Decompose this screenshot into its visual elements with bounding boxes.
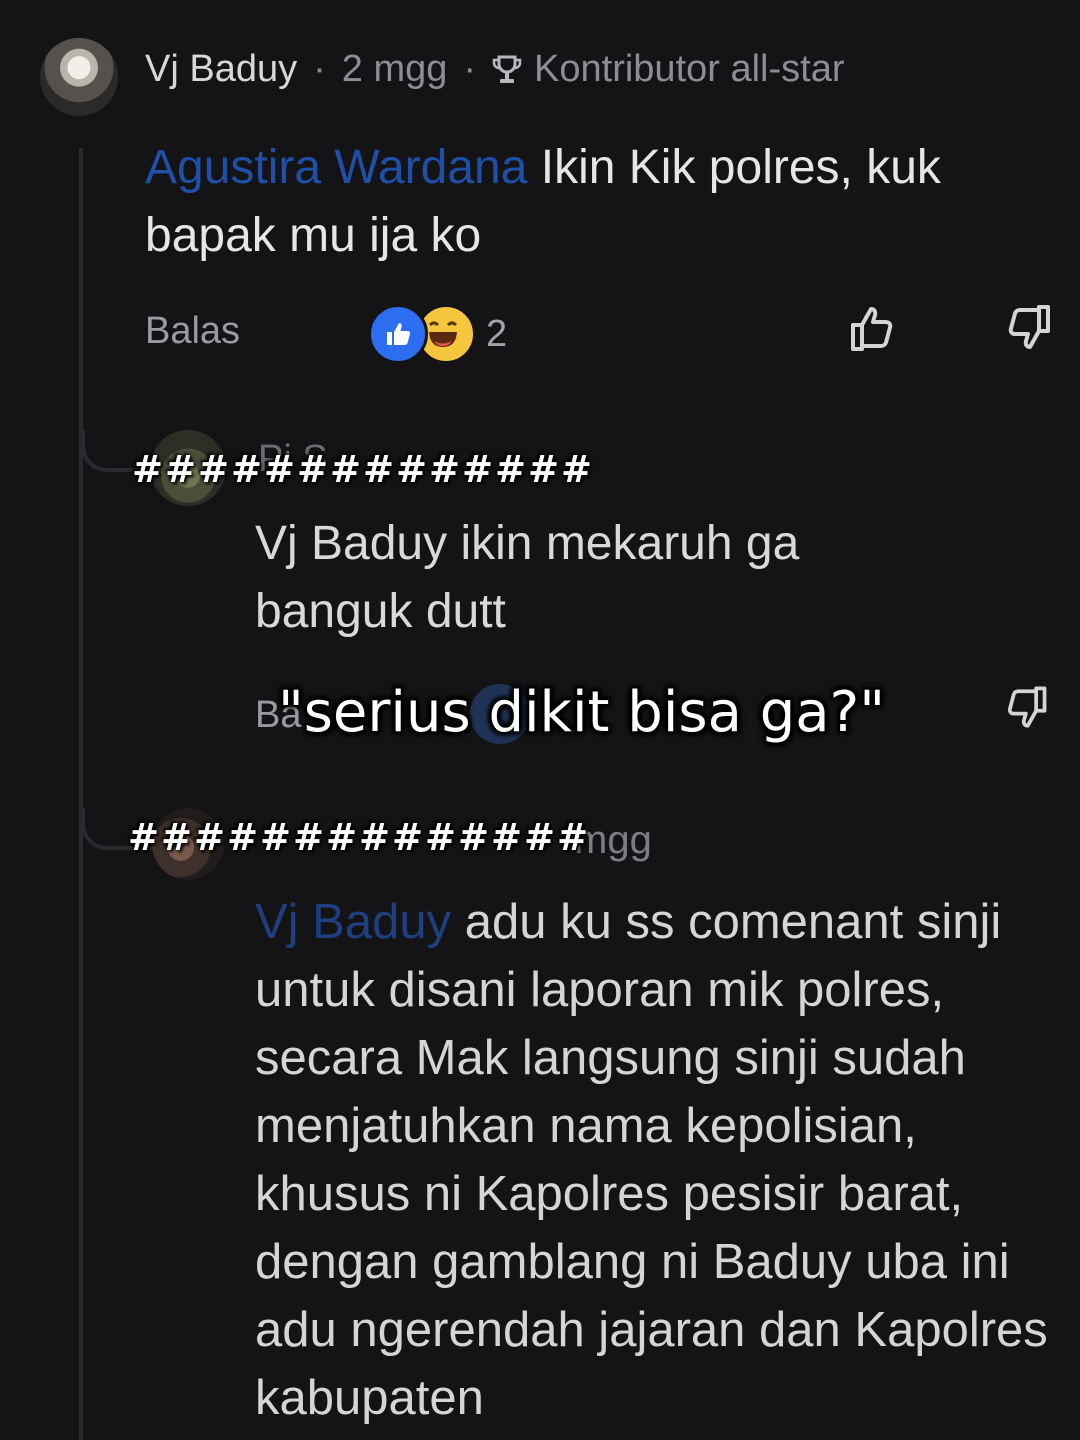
reply-body: Vj Baduy ikin mekaruh ga banguk dutt xyxy=(255,510,1035,646)
censor-overlay: ############## xyxy=(132,448,595,491)
reply-button[interactable]: Balas xyxy=(145,310,240,353)
censor-overlay: ############## xyxy=(128,816,591,859)
author-name[interactable]: Vj Baduy xyxy=(145,48,297,91)
reply-text-line: Vj Baduy ikin mekaruh ga xyxy=(255,517,800,570)
reply-body: Vj Baduy adu ku ss comenant sinji untuk … xyxy=(255,888,1055,1432)
thread-line xyxy=(79,148,83,1440)
overlay-caption: "serius dikit bisa ga?" xyxy=(278,680,886,745)
like-reaction-icon xyxy=(368,304,428,364)
comment-timestamp: 2 mgg xyxy=(341,48,448,90)
thumbs-down-icon[interactable] xyxy=(996,680,1052,736)
separator-dot: · xyxy=(313,48,326,90)
reply-text: adu ku ss comenant sinji untuk disani la… xyxy=(255,895,1048,1425)
mention-link[interactable]: Agustira Wardana xyxy=(145,141,527,194)
mention-link[interactable]: Vj Baduy xyxy=(255,895,451,949)
author-avatar[interactable] xyxy=(40,38,118,116)
separator-dot: · xyxy=(463,48,477,90)
contributor-badge: Kontributor all-star xyxy=(534,48,845,90)
reaction-count: 2 xyxy=(486,312,508,355)
comment-header: Vj Baduy · 2 mgg · Kontributor all-star xyxy=(145,48,845,91)
reaction-summary[interactable]: 2 xyxy=(368,304,507,364)
reply-text-line: banguk dutt xyxy=(255,585,506,638)
comment-body: Agustira Wardana Ikin Kik polres, kuk ba… xyxy=(145,134,1075,270)
trophy-icon xyxy=(492,55,522,83)
thumbs-down-icon[interactable] xyxy=(996,298,1056,358)
thumbs-up-icon[interactable] xyxy=(845,298,905,358)
